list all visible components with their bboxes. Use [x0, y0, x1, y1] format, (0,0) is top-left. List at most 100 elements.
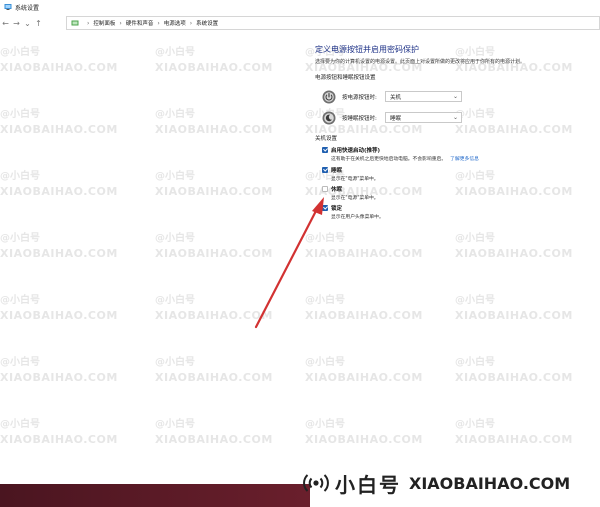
watermark-cn: @小白号 [455, 171, 495, 182]
window-title: 系统设置 [15, 4, 40, 12]
watermark-en: XIAOBAIHAO.COM [155, 371, 273, 384]
watermark-en: XIAOBAIHAO.COM [0, 433, 118, 446]
watermark-tile: @小白号XIAOBAIHAO.COM [0, 40, 118, 74]
power-button-action-value: 关机 [390, 94, 402, 101]
watermark-tile: @小白号 XIAOBAIHAO.COM [455, 288, 573, 322]
watermark-tile: @小白号 XIAOBAIHAO.COM [0, 350, 118, 384]
watermark-en: XIAOBAIHAO.COM [155, 123, 273, 136]
annotation-arrow [254, 197, 324, 329]
watermark-en: XIAOBAIHAO.COM [0, 371, 118, 384]
watermark-cn: @小白号 [0, 109, 40, 120]
watermark-cn: @小白号 [0, 419, 40, 430]
breadcrumb-power-options[interactable]: 电源选项 [164, 19, 186, 27]
watermark-tile: @小白号 XIAOBAIHAO.COM [0, 412, 118, 446]
fast-startup-description: 这有助于在关机之后更快地启动电脑。不会影响重启。 了解更多信息 [331, 155, 479, 162]
watermark-tile: @小白号 XIAOBAIHAO.COM [455, 412, 573, 446]
watermark-cn: @小白号 [0, 233, 40, 244]
taskbar-strip [0, 484, 310, 507]
watermark-cn: @小白号 [455, 295, 495, 306]
sleep-button-row: 按睡眠按钮时: 睡眠 ⌄ [322, 110, 462, 126]
power-buttons-heading: 电源按钮和睡眠按钮设置 [315, 75, 376, 81]
watermark-tile: @小白号 XIAOBAIHAO.COM [455, 350, 573, 384]
watermark-cn: @小白号 [455, 357, 495, 368]
watermark-en: XIAOBAIHAO.COM [455, 123, 573, 136]
shutdown-settings-heading: 关机设置 [315, 136, 338, 142]
power-button-label: 按电源按钮时: [342, 95, 377, 101]
watermark-tile: @小白号 XIAOBAIHAO.COM [455, 164, 573, 198]
watermark-tile: @小白号 XIAOBAIHAO.COM [305, 412, 423, 446]
watermark-cn: @小白号 [305, 357, 345, 368]
page-title: 定义电源按钮并启用密码保护 [315, 45, 419, 54]
address-bar[interactable]: › 控制面板 › 硬件和声音 › 电源选项 › 系统设置 [66, 16, 600, 30]
hibernate-label: 休眠 [331, 187, 343, 193]
sleep-label: 睡眠 [331, 168, 343, 174]
sleep-option[interactable]: 睡眠 [322, 166, 342, 174]
lock-label: 锁定 [331, 206, 343, 212]
fast-startup-checkbox[interactable] [322, 147, 328, 153]
watermark-cn: @小白号 [455, 233, 495, 244]
breadcrumb-control-panel[interactable]: 控制面板 [93, 19, 115, 27]
power-button-action-select[interactable]: 关机 ⌄ [385, 91, 462, 102]
forward-button[interactable]: → [11, 16, 22, 30]
brand-name-en: XIAOBAIHAO.COM [409, 473, 571, 493]
breadcrumb-hardware-sound[interactable]: 硬件和声音 [126, 19, 154, 27]
window-titlebar: 系统设置 [0, 0, 600, 14]
hibernate-description: 显示在"电源"菜单中。 [331, 196, 379, 201]
watermark-en: XIAOBAIHAO.COM [455, 185, 573, 198]
watermark-cn: @小白号 [155, 295, 195, 306]
watermark-en: XIAOBAIHAO.COM [305, 433, 423, 446]
signal-icon [303, 474, 329, 492]
watermark-cn: @小白号 [155, 109, 195, 120]
sleep-checkbox[interactable] [322, 167, 328, 173]
watermark-tile: @小白号 XIAOBAIHAO.COM [155, 102, 273, 136]
watermark-tile: @小白号XIAOBAIHAO.COM [455, 102, 573, 136]
watermark-tile: @小白号 XIAOBAIHAO.COM [155, 40, 273, 74]
breadcrumb-separator: › [87, 19, 90, 27]
sleep-button-icon [322, 111, 336, 125]
watermark-tile: @小白号 XIAOBAIHAO.COM [0, 226, 118, 260]
hibernate-checkbox[interactable] [322, 186, 328, 192]
watermark-cn: @小白号 [305, 419, 345, 430]
page-description: 选择要为你的计算机设置的电源设置。此页面上对设置所做的更改将应用于你所有的电源计… [315, 59, 526, 65]
navigation-bar: ← → ⌄ ↑ › 控制面板 › 硬件和声音 › 电源选项 › 系统设置 [0, 14, 600, 32]
watermark-tile: @小白号 XIAOBAIHAO.COM [0, 288, 118, 322]
learn-more-link[interactable]: 了解更多信息 [450, 157, 479, 162]
fast-startup-option[interactable]: 启用快速启动(推荐) [322, 146, 380, 154]
sleep-button-label: 按睡眠按钮时: [342, 116, 377, 122]
up-button[interactable]: ↑ [33, 16, 44, 30]
watermark-cn: @小白号 [155, 233, 195, 244]
sleep-button-action-select[interactable]: 睡眠 ⌄ [385, 112, 462, 123]
breadcrumb-system-settings[interactable]: 系统设置 [196, 19, 218, 27]
hibernate-option[interactable]: 休眠 [322, 185, 342, 193]
recent-locations-button[interactable]: ⌄ [22, 16, 33, 30]
watermark-en: XIAOBAIHAO.COM [155, 61, 273, 74]
watermark-en: XIAOBAIHAO.COM [305, 371, 423, 384]
watermark-en: XIAOBAIHAO.COM [455, 371, 573, 384]
breadcrumb-separator: › [189, 19, 193, 27]
lock-description: 显示在用户头像菜单中。 [331, 215, 384, 220]
brand-watermark: 小白号 XIAOBAIHAO.COM [303, 466, 570, 500]
chevron-down-icon: ⌄ [452, 93, 458, 100]
watermark-cn: @小白号 [0, 357, 40, 368]
chevron-down-icon: ⌄ [452, 114, 458, 121]
watermark-en: XIAOBAIHAO.COM [0, 247, 118, 260]
power-button-row: 按电源按钮时: 关机 ⌄ [322, 89, 462, 105]
watermark-cn: @小白号 [155, 47, 195, 58]
watermark-en: XIAOBAIHAO.COM [455, 309, 573, 322]
watermark-cn: @小白号 [155, 357, 195, 368]
back-button[interactable]: ← [0, 16, 11, 30]
watermark-en: XIAOBAIHAO.COM [155, 433, 273, 446]
fast-startup-label: 启用快速启动(推荐) [331, 148, 381, 154]
watermark-cn: @小白号 [0, 47, 40, 58]
watermark-cn: @小白号 [0, 295, 40, 306]
watermark-en: XIAOBAIHAO.COM [0, 309, 118, 322]
control-panel-folder-icon [71, 20, 79, 26]
breadcrumb-separator: › [157, 19, 160, 27]
watermark-cn: @小白号 [455, 419, 495, 430]
brand-name-cn: 小白号 [335, 472, 401, 497]
watermark-tile: @小白号XIAOBAIHAO.COM [0, 102, 118, 136]
watermark-tile: @小白号XIAOBAIHAO.COM [455, 40, 573, 74]
watermark-cn: @小白号 [455, 47, 495, 58]
watermark-tile: @小白号 XIAOBAIHAO.COM [155, 350, 273, 384]
watermark-en: XIAOBAIHAO.COM [455, 433, 573, 446]
